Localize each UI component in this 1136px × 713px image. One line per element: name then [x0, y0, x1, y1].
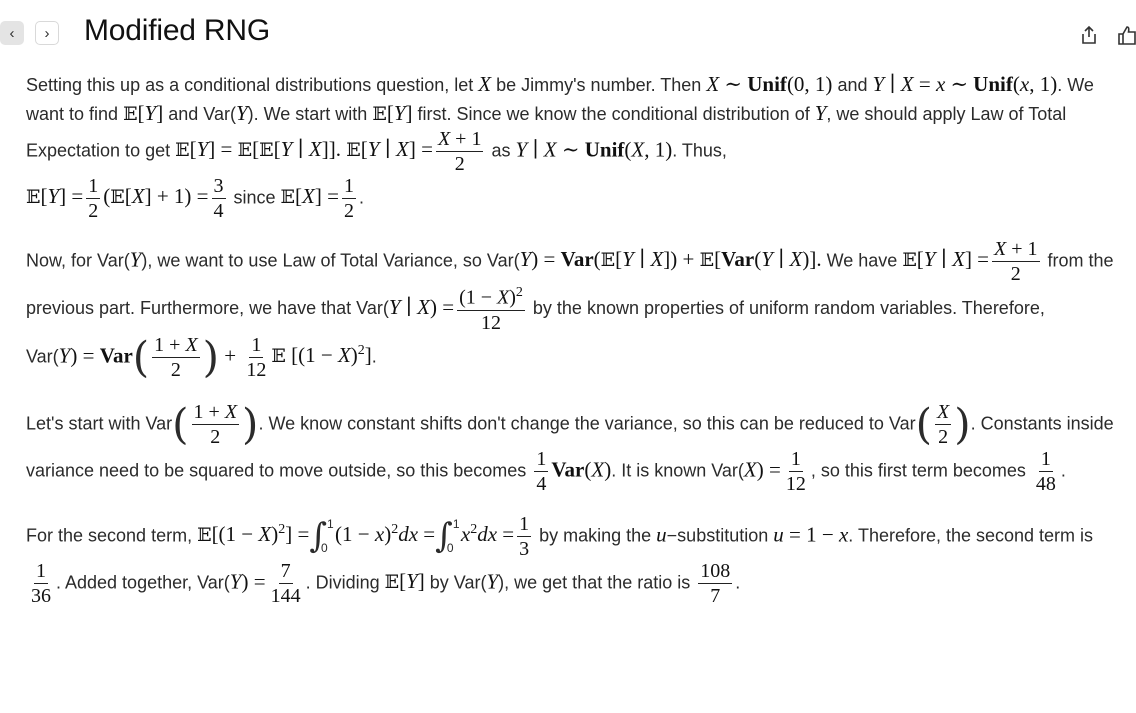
back-button[interactable]: ‹ [0, 21, 24, 45]
page-title: Modified RNG [84, 14, 270, 47]
thumbs-up-icon[interactable] [1116, 24, 1136, 46]
chevron-left-icon: ‹ [9, 24, 15, 42]
share-icon[interactable] [1078, 24, 1100, 46]
solution-text: Setting this up as a conditional distrib… [26, 66, 1116, 607]
page: ‹ › Modified RNG Setting this up as a co… [0, 0, 1136, 713]
paragraph: Now, for Var(Y), we want to use Law of T… [26, 238, 1114, 382]
header-bar: ‹ › Modified RNG [0, 0, 1136, 66]
paragraph: For the second term, 𝔼[(1 − X)2] =∫ 1 0 (1 … [26, 512, 1094, 607]
forward-button[interactable]: › [35, 21, 59, 45]
paragraph: Setting this up as a conditional distrib… [26, 72, 1094, 222]
chevron-right-icon: › [44, 24, 50, 42]
paragraph: Let's start with Var(1 + X 2). We know co… [26, 399, 1114, 495]
